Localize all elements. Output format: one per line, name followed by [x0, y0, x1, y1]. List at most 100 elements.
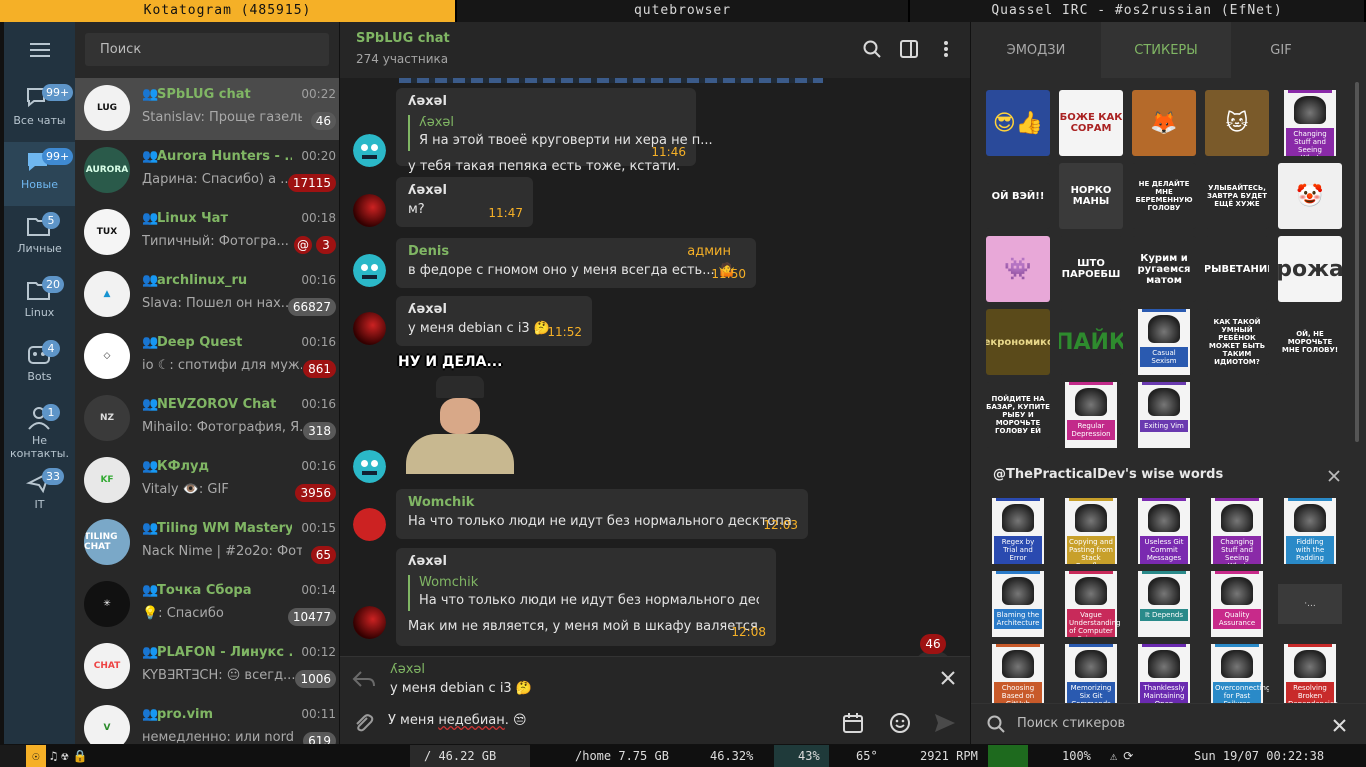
- sticker[interactable]: ·...: [1278, 571, 1342, 637]
- chat-list-item[interactable]: LUG 👥SPbLUG chat 00:22 Stanislav: Проще газ…: [75, 78, 339, 140]
- sticker[interactable]: Некрономикон: [986, 309, 1050, 375]
- emoji-smile-icon[interactable]: [889, 712, 911, 738]
- folder-0[interactable]: Все чаты 99+: [4, 78, 75, 142]
- sticker[interactable]: Fiddling with the Padding: [1278, 498, 1342, 564]
- sticker[interactable]: 🤡: [1278, 163, 1342, 229]
- message-bubble[interactable]: ʎəxəl ʎəxəl Я на этой твоеё круговерти ни …: [396, 88, 713, 174]
- chat-view: SPbLUG chat 274 участника ʎəxəl ʎəxəl Я на…: [340, 22, 970, 744]
- folder-4[interactable]: Bots 4: [4, 334, 75, 398]
- sticker[interactable]: НЕ ДЕЛАЙТЕ МНЕ БЕРЕМЕННУЮ ГОЛОВУ: [1132, 163, 1196, 229]
- message-history[interactable]: ʎəxəl ʎəxəl Я на этой твоеё круговерти ни …: [340, 78, 970, 656]
- sticker[interactable]: Useless Git Commit Messages: [1132, 498, 1196, 564]
- quoted-message[interactable]: ʎəxəl Я на этой твоеё круговерти ни хера …: [408, 115, 713, 151]
- sticker[interactable]: Thanklessly Maintaining Open Source Soft…: [1132, 644, 1196, 710]
- sticker[interactable]: рожа: [1278, 236, 1342, 302]
- sticker-title: Changing Stuff and Seeing What Happens: [1286, 128, 1334, 156]
- chat-list-item[interactable]: KF 👥КФлуд 00:16 Vitaly 👁️: GIF 3956: [75, 450, 339, 512]
- sticker-search-input[interactable]: Поиск стикеров: [1017, 716, 1125, 731]
- message-bubble[interactable]: ʎəxəl м? 11:47: [396, 177, 533, 227]
- panel-tab-эмодзи[interactable]: ЭМОДЗИ: [971, 22, 1101, 78]
- sticker[interactable]: Quality Assurance: [1205, 571, 1269, 637]
- sticker[interactable]: Regex by Trial and Error: [986, 498, 1050, 564]
- sticker[interactable]: 🦊: [1132, 90, 1196, 156]
- chat-list-item[interactable]: ✳ 👥Точка Сбора 00:14 💡: Спасибо 10477: [75, 574, 339, 636]
- chat-list-item[interactable]: AURORA 👥Aurora Hunters - ... 00:20 Дарина: …: [75, 140, 339, 202]
- folder-2[interactable]: Личные 5: [4, 206, 75, 270]
- search-icon[interactable]: [862, 39, 882, 59]
- chat-list-item[interactable]: NZ 👥NEVZOROV Chat 00:16 Mihailo: Фотография…: [75, 388, 339, 450]
- sticker[interactable]: НОРКО МАНЫ: [1059, 163, 1123, 229]
- sticker[interactable]: Курим и ругаемся матом: [1132, 236, 1196, 302]
- sticker-image[interactable]: НУ И ДЕЛА...: [396, 350, 526, 478]
- sticker[interactable]: ПАЙК: [1059, 309, 1123, 375]
- hamburger-menu-button[interactable]: [4, 22, 75, 78]
- sender-avatar[interactable]: [353, 254, 386, 287]
- sticker[interactable]: Exiting Vim: [1132, 382, 1196, 448]
- chat-list-item[interactable]: TUX 👥Linux Чат 00:18 Типичный: Фотогра... @3: [75, 202, 339, 264]
- sticker[interactable]: ОЙ ВЭЙ!!: [986, 163, 1050, 229]
- folder-3[interactable]: Linux 20: [4, 270, 75, 334]
- window-tab-0[interactable]: Kotatogram (485915): [0, 0, 457, 22]
- chat-search-input[interactable]: Поиск: [85, 33, 329, 66]
- sticker[interactable]: Changing Stuff and Seeing What Happens: [1278, 90, 1342, 156]
- chat-list-item[interactable]: TILING CHAT 👥Tiling WM Mastery 00:15 Nack N…: [75, 512, 339, 574]
- sender-avatar[interactable]: [353, 606, 386, 639]
- sender-avatar[interactable]: [353, 312, 386, 345]
- sticker[interactable]: КАК ТАКОЙ УМНЫЙ РЕБЁНОК МОЖЕТ БЫТЬ ТАКИМ…: [1205, 309, 1269, 375]
- quoted-message[interactable]: Womchik На что только люди не идут без но…: [408, 575, 764, 611]
- sticker[interactable]: ШТО ПАРОЕБШ: [1059, 236, 1123, 302]
- close-pack-icon[interactable]: [1328, 467, 1340, 486]
- panel-tab-gif[interactable]: GIF: [1231, 22, 1331, 78]
- chat-list-item[interactable]: ◇ 👥Deep Quest 00:16 io ☾: спотифи для муж..…: [75, 326, 339, 388]
- chat-list-item[interactable]: CHAT 👥PLAFON - Линукс ... 00:12 KYB∃RT∃CH: …: [75, 636, 339, 698]
- sticker[interactable]: Blaming the Architecture: [986, 571, 1050, 637]
- sticker[interactable]: Vague Understanding of Computer Science: [1059, 571, 1123, 637]
- sticker[interactable]: Choosing Based on GitHub Stars: [986, 644, 1050, 710]
- sticker[interactable]: Overconnecting for Past Failures: [1205, 644, 1269, 710]
- send-icon[interactable]: [933, 712, 957, 738]
- folder-5[interactable]: Не контакты. 1: [4, 398, 75, 462]
- more-vertical-icon[interactable]: [936, 39, 956, 59]
- sticker[interactable]: ОЙ, НЕ МОРОЧЬТЕ МНЕ ГОЛОВУ!: [1278, 309, 1342, 375]
- sticker[interactable]: ПРЫВЕТАНИЕ!: [1205, 236, 1269, 302]
- sticker[interactable]: 👾: [986, 236, 1050, 302]
- attach-icon[interactable]: [352, 712, 374, 738]
- message-bubble[interactable]: Denis в федоре с гномом оно у меня всегда…: [396, 238, 756, 288]
- chat-header[interactable]: SPbLUG chat 274 участника: [340, 22, 970, 78]
- sender-avatar[interactable]: [353, 450, 386, 483]
- message-input[interactable]: У меня недебиан. 😒: [388, 713, 527, 728]
- sticker[interactable]: БОЖЕ КАК СОРАМ: [1059, 90, 1123, 156]
- sticker[interactable]: Casual Sexism: [1132, 309, 1196, 375]
- sidebar-toggle-icon[interactable]: [899, 39, 919, 59]
- folder-6[interactable]: IT 33: [4, 462, 75, 526]
- clear-search-icon[interactable]: [1333, 717, 1346, 736]
- folder-1[interactable]: Новые 99+: [4, 142, 75, 206]
- sticker[interactable]: It Depends: [1132, 571, 1196, 637]
- chat-list-item[interactable]: ▲ 👥archlinux_ru 00:16 Slava: Пошел он нах..…: [75, 264, 339, 326]
- chat-list-item[interactable]: V 👥pro.vim 00:11 немедленно: или nord 619: [75, 698, 339, 744]
- calendar-schedule-icon[interactable]: [842, 712, 864, 738]
- sticker-panel-scrollbar[interactable]: [1355, 82, 1359, 442]
- cancel-reply-icon[interactable]: [941, 670, 955, 689]
- sticker[interactable]: УЛЫБАЙТЕСЬ, ЗАВТРА БУДЕТ ЕЩЁ ХУЖЕ: [1205, 163, 1269, 229]
- window-tab-2[interactable]: Quassel IRC - #os2russian (EfNet): [910, 0, 1366, 22]
- message-sender: ʎəxəl: [408, 554, 447, 569]
- chat-name: 👥pro.vim: [142, 707, 214, 722]
- sticker[interactable]: 🐱: [1205, 90, 1269, 156]
- message-bubble[interactable]: ʎəxəl Womchik На что только люди не идут б…: [396, 548, 776, 646]
- sticker[interactable]: Memorizing Six Git Commands: [1059, 644, 1123, 710]
- sticker[interactable]: ПОЙДИТЕ НА БАЗАР, КУПИТЕ РЫБУ И МОРОЧЬТЕ…: [986, 382, 1050, 448]
- sticker[interactable]: 😎👍: [986, 90, 1050, 156]
- panel-tab-стикеры[interactable]: СТИКЕРЫ: [1101, 22, 1231, 78]
- sticker[interactable]: Copying and Pasting from Stack Overflow: [1059, 498, 1123, 564]
- sender-avatar[interactable]: [353, 194, 386, 227]
- sticker[interactable]: Resolving Broken Dependencies: [1278, 644, 1342, 710]
- sticker[interactable]: Regular Depression: [1059, 382, 1123, 448]
- sender-avatar[interactable]: [353, 134, 386, 167]
- screenshot-photo-preview[interactable]: [399, 78, 823, 83]
- message-bubble[interactable]: ʎəxəl у меня debian с i3 🤔 11:52: [396, 296, 592, 346]
- window-tab-1[interactable]: qutebrowser: [457, 0, 910, 22]
- sender-avatar[interactable]: [353, 508, 386, 541]
- sticker[interactable]: Changing Stuff and Seeing What Happens: [1205, 498, 1269, 564]
- message-bubble[interactable]: Womchik На что только люди не идут без но…: [396, 489, 808, 539]
